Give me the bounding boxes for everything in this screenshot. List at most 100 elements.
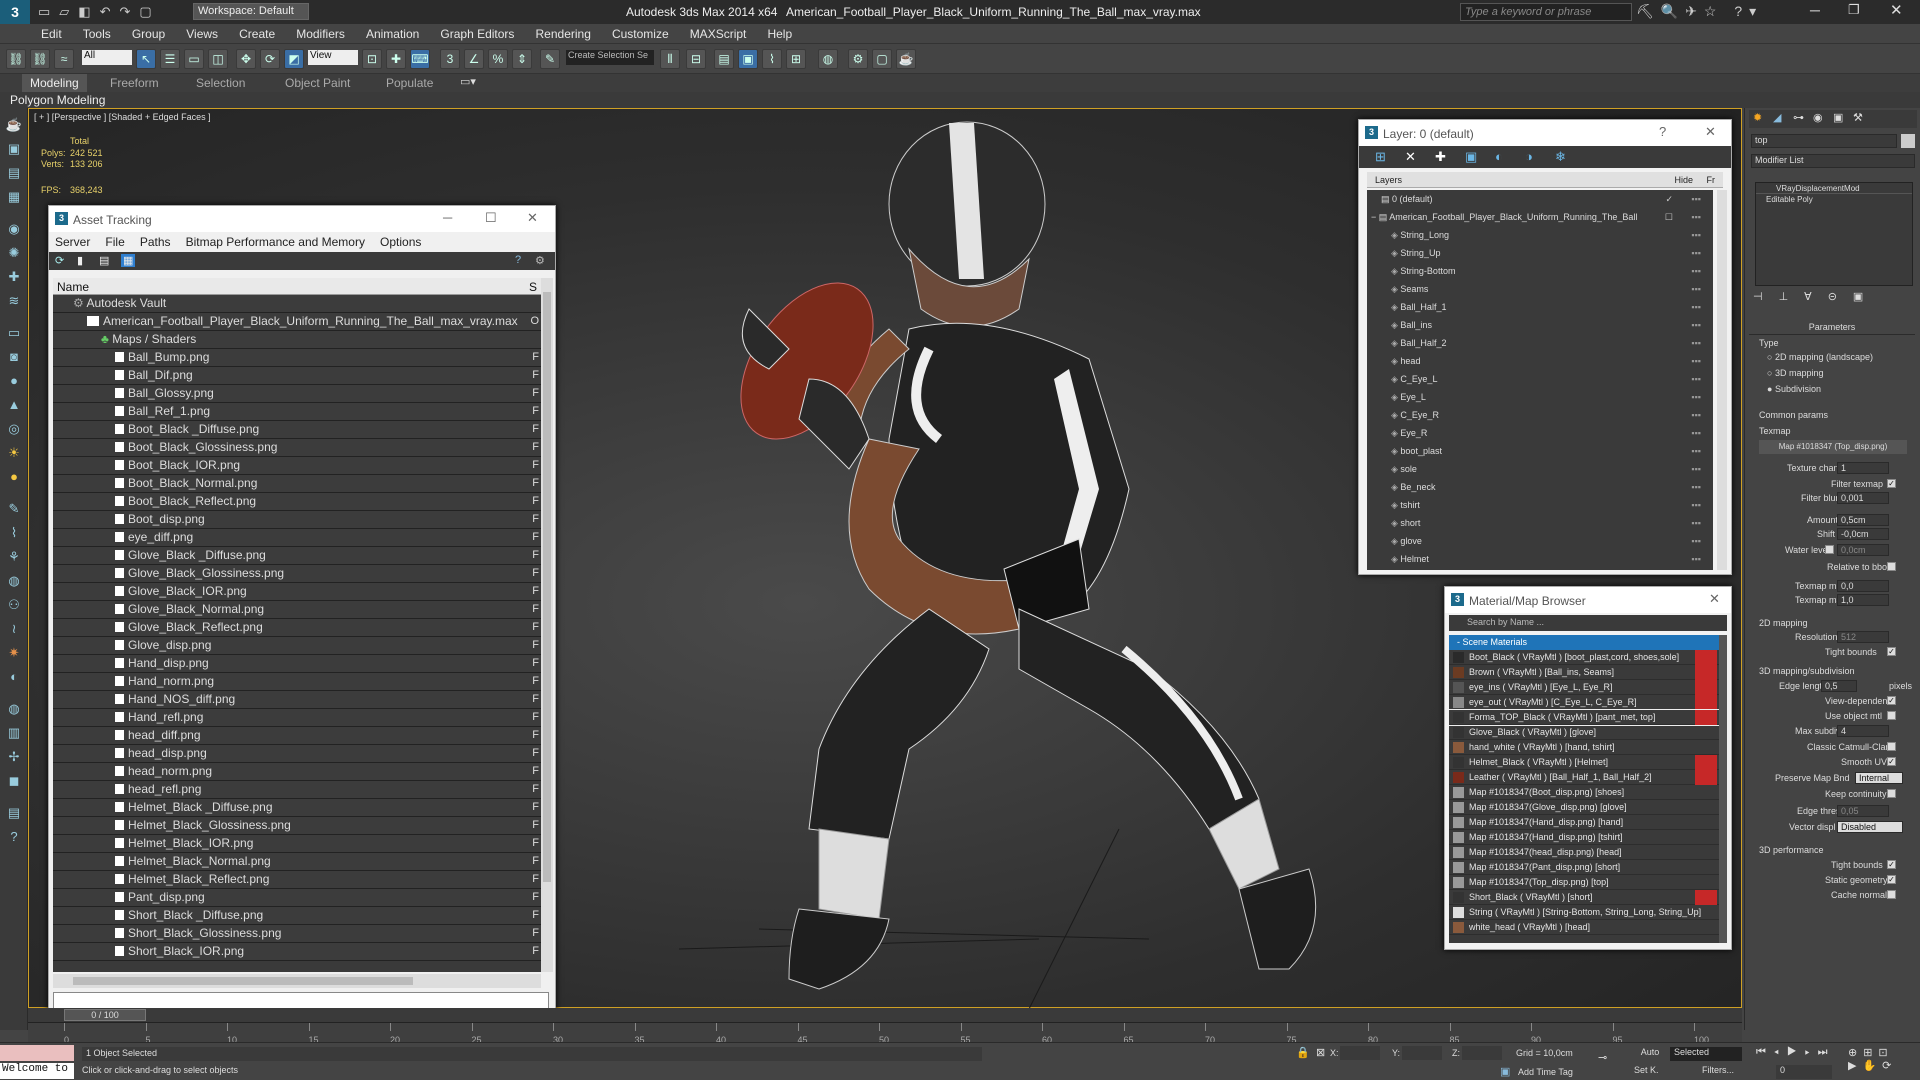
bulb-icon[interactable]: ● — [5, 468, 23, 486]
layer-object-row[interactable]: ◈ head ▪▪▪ — [1367, 352, 1713, 370]
keep-continuity-checkbox[interactable] — [1887, 789, 1896, 798]
asset-file-row[interactable]: Hand_disp.png F — [53, 655, 541, 673]
select-by-name-icon[interactable]: ☰ — [160, 49, 180, 69]
asset-file-row[interactable]: Glove_Black_Glossiness.png F — [53, 565, 541, 583]
material-row[interactable]: String ( VRayMtl ) [String-Bottom, Strin… — [1449, 905, 1719, 920]
asset-file-row[interactable]: Hand_NOS_diff.png F — [53, 691, 541, 709]
material-row[interactable]: eye_ins ( VRayMtl ) [Eye_L, Eye_R] — [1449, 680, 1719, 695]
asset-horizontal-scrollbar[interactable] — [53, 974, 541, 988]
polygon-modeling-label[interactable]: Polygon Modeling — [10, 93, 105, 107]
tight-bounds-2-checkbox[interactable]: ✓ — [1887, 860, 1896, 869]
layer-row-main[interactable]: − ▤ American_Football_Player_Black_Unifo… — [1367, 208, 1713, 226]
material-editor-icon[interactable]: ◍ — [818, 49, 838, 69]
sphere-icon[interactable]: ● — [5, 372, 23, 390]
asset-tracking-titlebar[interactable]: 3 Asset Tracking ─ ☐ ✕ — [49, 206, 555, 232]
checkout-icon[interactable]: ▮ — [77, 254, 83, 267]
asset-file-row[interactable]: Boot_disp.png F — [53, 511, 541, 529]
layer-object-row[interactable]: ◈ sole ▪▪▪ — [1367, 460, 1713, 478]
auto-key-button[interactable]: Auto — [1634, 1047, 1666, 1061]
tab-object-paint[interactable]: Object Paint — [285, 76, 350, 90]
minimize-icon[interactable]: ─ — [443, 210, 452, 225]
curve-editor-icon[interactable]: ⌇ — [762, 49, 782, 69]
bind-space-warp-icon[interactable]: ≈ — [54, 49, 74, 69]
torus-icon[interactable]: ◎ — [5, 420, 23, 438]
minimize-button[interactable]: ─ — [1810, 2, 1820, 18]
layer-manager-icon[interactable]: ▤ — [714, 49, 734, 69]
asset-file-row[interactable]: Helmet_Black _Diffuse.png F — [53, 799, 541, 817]
grid-icon[interactable]: ▦ — [5, 188, 23, 206]
tab-populate[interactable]: Populate — [386, 76, 433, 90]
material-scrollbar[interactable] — [1719, 635, 1727, 943]
new-layer-icon[interactable]: ⊞ — [1375, 149, 1386, 165]
tree-view-icon[interactable]: ▤ — [99, 254, 109, 267]
layer-close-icon[interactable]: ✕ — [1705, 124, 1716, 140]
water-level-checkbox[interactable] — [1825, 545, 1834, 554]
close-icon[interactable]: ✕ — [527, 210, 538, 226]
layer-object-row[interactable]: ◈ Ball_ins ▪▪▪ — [1367, 316, 1713, 334]
freeze-all-icon[interactable]: ❄ — [1555, 149, 1566, 165]
asset-vertical-scrollbar[interactable] — [541, 278, 553, 972]
spacewarp-icon[interactable]: ≋ — [5, 292, 23, 310]
tree-maps[interactable]: ♣ Maps / Shaders — [53, 331, 541, 349]
particle-icon[interactable]: ✷ — [5, 644, 23, 662]
light-icon[interactable]: ✺ — [5, 244, 23, 262]
filter-blur-field[interactable]: 0,001 — [1837, 492, 1889, 504]
asset-tree-header[interactable]: Name S — [53, 278, 541, 295]
filters-button[interactable]: Filters... — [1702, 1065, 1734, 1075]
table-view-icon[interactable]: ▦ — [121, 254, 136, 267]
layer-default-dots[interactable]: ▪▪▪ — [1691, 190, 1701, 208]
layer-object-row[interactable]: ◈ Helmet ▪▪▪ — [1367, 550, 1713, 568]
material-row[interactable]: Map #1018347(Boot_disp.png) [shoes] — [1449, 785, 1719, 800]
menu-help[interactable]: Help — [758, 24, 801, 41]
search-box[interactable]: Type a keyword or phrase — [1460, 3, 1632, 21]
asset-file-row[interactable]: Helmet_Black_Reflect.png F — [53, 871, 541, 889]
material-row[interactable]: eye_out ( VRayMtl ) [C_Eye_L, C_Eye_R] — [1449, 695, 1719, 710]
object-dots[interactable]: ▪▪▪ — [1691, 352, 1701, 370]
delete-layer-icon[interactable]: ✕ — [1405, 149, 1416, 165]
layer-object-row[interactable]: ◈ tshirt ▪▪▪ — [1367, 496, 1713, 514]
material-row[interactable]: Map #1018347(Hand_disp.png) [hand] — [1449, 815, 1719, 830]
texture-chan-field[interactable]: 1 — [1837, 462, 1889, 474]
use-object-mtl-checkbox[interactable] — [1887, 711, 1896, 720]
tab-selection[interactable]: Selection — [196, 76, 245, 90]
texmap-min-field[interactable]: 0,0 — [1837, 580, 1889, 592]
menu-tools[interactable]: Tools — [74, 24, 120, 41]
graphite-toolbar-icon[interactable]: ▣ — [738, 49, 758, 69]
stack-item-vraydisp[interactable]: VRayDisplacementMod — [1756, 183, 1912, 194]
restore-button[interactable]: ❐ — [1848, 2, 1860, 18]
ref-coord-dropdown[interactable]: View — [308, 50, 358, 65]
object-dots[interactable]: ▪▪▪ — [1691, 388, 1701, 406]
settings-icon[interactable]: ⚙ — [535, 254, 545, 267]
layer-object-row[interactable]: ◈ Ball_Half_1 ▪▪▪ — [1367, 298, 1713, 316]
object-color-swatch[interactable] — [1901, 134, 1915, 148]
object-dots[interactable]: ▪▪▪ — [1691, 370, 1701, 388]
resolution-field[interactable]: 512 — [1837, 631, 1889, 643]
time-slider-thumb[interactable]: 0 / 100 — [64, 1009, 146, 1021]
asset-file-row[interactable]: Helmet_Black_Normal.png F — [53, 853, 541, 871]
menu-graph-editors[interactable]: Graph Editors — [431, 24, 523, 41]
material-row[interactable]: Map #1018347(Hand_disp.png) [tshirt] — [1449, 830, 1719, 845]
timeline[interactable]: 0 5 10 15 20 25 30 35 40 45 50 55 60 65 70 75 80 85 90 95 10… — [28, 1022, 1742, 1045]
tape-icon[interactable]: ▥ — [5, 724, 23, 742]
layer-object-row[interactable]: ◈ Eye_R ▪▪▪ — [1367, 424, 1713, 442]
asset-file-row[interactable]: head_norm.png F — [53, 763, 541, 781]
asset-hscroll-thumb[interactable] — [73, 977, 413, 985]
col-layers[interactable]: Layers — [1375, 175, 1402, 185]
asset-file-row[interactable]: Glove_Black_Reflect.png F — [53, 619, 541, 637]
filter-texmap-checkbox[interactable]: ✓ — [1887, 479, 1896, 488]
material-browser-close-icon[interactable]: ✕ — [1709, 591, 1720, 607]
x-field[interactable] — [1340, 1046, 1380, 1060]
bones-icon[interactable]: ⚘ — [5, 548, 23, 566]
static-geometry-checkbox[interactable]: ✓ — [1887, 875, 1896, 884]
viewport-nav-icons[interactable]: ⊕⊞⊡ ▶✋⟳ — [1848, 1046, 1897, 1072]
viewport-label[interactable]: [ + ] [Perspective ] [Shaded + Edged Fac… — [34, 112, 211, 122]
lock-selection-icon[interactable]: 🔒 — [1296, 1046, 1310, 1059]
object-dots[interactable]: ▪▪▪ — [1691, 532, 1701, 550]
create-tab-icon[interactable]: ✹ — [1753, 111, 1762, 124]
hide-all-icon[interactable]: ◑ — [1525, 149, 1533, 164]
keyboard-shortcut-icon[interactable]: ⌨ — [410, 49, 430, 69]
hierarchy-tab-icon[interactable]: ⊶ — [1793, 111, 1804, 124]
asset-file-row[interactable]: Boot_Black_Glossiness.png F — [53, 439, 541, 457]
asset-file-row[interactable]: Glove_Black_IOR.png F — [53, 583, 541, 601]
menu-edit[interactable]: Edit — [32, 24, 71, 41]
